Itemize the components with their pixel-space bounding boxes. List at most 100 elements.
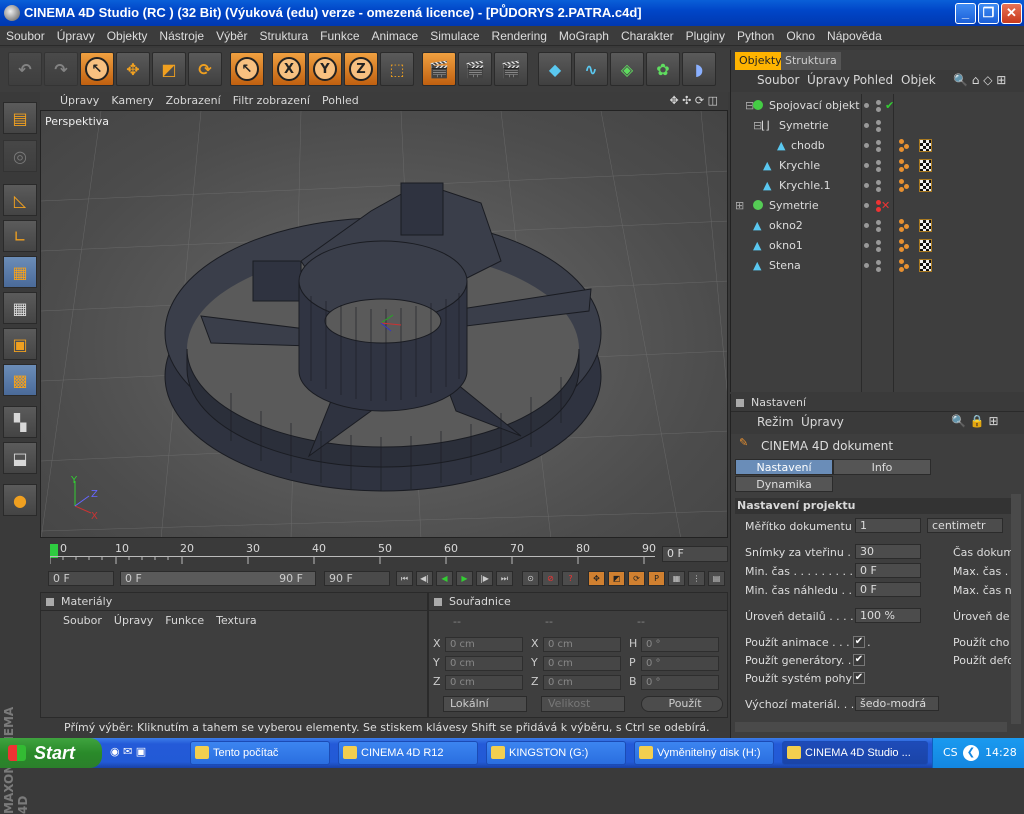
go-to-start-icon[interactable]: ⏮ bbox=[396, 571, 413, 586]
sculpt-icon[interactable]: ● bbox=[3, 484, 37, 516]
edges-mode-icon[interactable]: ▦ bbox=[3, 292, 37, 324]
rotate-icon[interactable]: ⟳ bbox=[188, 52, 222, 86]
3d-viewport[interactable]: Perspektiva Y Z X bbox=[40, 110, 728, 538]
menu-soubor[interactable]: Soubor bbox=[0, 26, 51, 46]
close-button[interactable]: ✕ bbox=[1001, 3, 1022, 24]
timeline-window-icon[interactable]: ▤ bbox=[708, 571, 725, 586]
play-backward-icon[interactable]: ◀ bbox=[436, 571, 453, 586]
nurbs-icon[interactable]: ◈ bbox=[610, 52, 644, 86]
phong-tag-icon[interactable] bbox=[899, 179, 912, 192]
object-row[interactable]: ⊟ Spojovací objekt ✔ bbox=[731, 96, 1024, 116]
y-axis-lock-icon[interactable]: Y bbox=[308, 52, 342, 86]
menu-simulace[interactable]: Simulace bbox=[424, 26, 485, 46]
restore-button[interactable]: ❐ bbox=[978, 3, 999, 24]
use-motion-checkbox[interactable]: ✔ bbox=[853, 672, 865, 684]
layout-icon[interactable]: ▤ bbox=[3, 102, 37, 134]
menu-upravy[interactable]: Úpravy bbox=[51, 26, 101, 46]
rotation-b-field[interactable]: 0 ° bbox=[641, 675, 719, 690]
key-position-icon[interactable]: ✥ bbox=[588, 571, 605, 586]
task-cinema4d-r12[interactable]: CINEMA 4D R12 bbox=[338, 741, 478, 765]
array-icon[interactable]: ✿ bbox=[646, 52, 680, 86]
polygons-mode-icon[interactable]: ▣ bbox=[3, 328, 37, 360]
timeline-options-icon[interactable]: ⋮ bbox=[688, 571, 705, 586]
texture-tag-icon[interactable] bbox=[919, 259, 932, 272]
move-icon[interactable]: ✥ bbox=[116, 52, 150, 86]
vp-menu-pohled[interactable]: Pohled bbox=[316, 92, 365, 110]
menu-objekty[interactable]: Objekty bbox=[101, 26, 154, 46]
menu-rendering[interactable]: Rendering bbox=[486, 26, 553, 46]
texture-mode-icon[interactable]: ▚ bbox=[3, 406, 37, 438]
task-removable-disk[interactable]: Vyměnitelný disk (H:) bbox=[634, 741, 774, 765]
menu-mograph[interactable]: MoGraph bbox=[553, 26, 615, 46]
use-gen-checkbox[interactable]: ✔ bbox=[853, 654, 865, 666]
texture-tag-icon[interactable] bbox=[919, 239, 932, 252]
coordinate-mode-dropdown[interactable]: Lokální bbox=[443, 696, 527, 712]
live-selection-icon[interactable]: ↖ bbox=[80, 52, 114, 86]
min-time-field[interactable]: 0 F bbox=[855, 563, 921, 578]
size-x-field[interactable]: 0 cm bbox=[543, 637, 621, 652]
tab-info[interactable]: Info bbox=[833, 459, 931, 475]
rotation-p-field[interactable]: 0 ° bbox=[641, 656, 719, 671]
object-row[interactable]: ▲ Stena bbox=[731, 256, 1024, 276]
x-axis-lock-icon[interactable]: X bbox=[272, 52, 306, 86]
rotation-h-field[interactable]: 0 ° bbox=[641, 637, 719, 652]
vp-menu-filtr[interactable]: Filtr zobrazení bbox=[227, 92, 316, 110]
make-editable-icon[interactable]: ◎ bbox=[3, 140, 37, 172]
workplane-icon[interactable]: ⬓ bbox=[3, 442, 37, 474]
obj-toolbar-icons[interactable]: 🔍 ⌂ ◇ ⊞ bbox=[953, 73, 1006, 87]
phong-tag-icon[interactable] bbox=[899, 259, 912, 272]
object-row[interactable]: ▲ chodb bbox=[731, 136, 1024, 156]
menu-funkce[interactable]: Funkce bbox=[314, 26, 365, 46]
menu-animace[interactable]: Animace bbox=[366, 26, 425, 46]
object-row[interactable]: ⊞ Symetrie ✕ bbox=[731, 196, 1024, 216]
mat-menu-upravy[interactable]: Úpravy bbox=[114, 614, 153, 627]
vp-menu-zobrazeni[interactable]: Zobrazení bbox=[160, 92, 227, 110]
attr-menu-rezim[interactable]: Režim bbox=[757, 415, 794, 429]
phong-tag-icon[interactable] bbox=[899, 219, 912, 232]
obj-menu-pohled[interactable]: Pohled bbox=[853, 73, 893, 87]
uv-mode-icon[interactable]: ▩ bbox=[3, 364, 37, 396]
attr-scrollbar[interactable] bbox=[1011, 494, 1021, 724]
task-kingston[interactable]: KINGSTON (G:) bbox=[486, 741, 626, 765]
obj-menu-objekty[interactable]: Objek bbox=[901, 73, 936, 87]
attr-h-scrollbar[interactable] bbox=[735, 722, 1007, 732]
next-key-icon[interactable]: |▶ bbox=[476, 571, 493, 586]
tab-struktura[interactable]: Struktura bbox=[781, 52, 841, 70]
fps-field[interactable]: 30 bbox=[855, 544, 921, 559]
mat-menu-funkce[interactable]: Funkce bbox=[165, 614, 204, 627]
deformer-icon[interactable]: ◗ bbox=[682, 52, 716, 86]
menu-vyber[interactable]: Výběr bbox=[210, 26, 253, 46]
obj-menu-soubor[interactable]: Soubor bbox=[757, 73, 799, 87]
tab-nastaveni-projektu[interactable]: Nastavení projektu bbox=[735, 459, 833, 490]
texture-tag-icon[interactable] bbox=[919, 159, 932, 172]
texture-tag-icon[interactable] bbox=[919, 139, 932, 152]
quicklaunch-icons[interactable]: ◉ ✉ ▣ bbox=[110, 745, 146, 758]
object-axis-icon[interactable]: ∟ bbox=[3, 220, 37, 252]
go-to-end-icon[interactable]: ⏭ bbox=[496, 571, 513, 586]
minimize-button[interactable]: _ bbox=[955, 3, 976, 24]
object-row[interactable]: ⊟ ⌊⌋ Symetrie bbox=[731, 116, 1024, 136]
mat-menu-soubor[interactable]: Soubor bbox=[63, 614, 102, 627]
tab-dynamika[interactable]: Dynamika bbox=[735, 476, 833, 492]
model-mode-icon[interactable]: ◺ bbox=[3, 184, 37, 216]
attr-menu-upravy[interactable]: Úpravy bbox=[801, 415, 844, 429]
object-row[interactable]: ▲ Krychle bbox=[731, 156, 1024, 176]
attr-toolbar-icons[interactable]: 🔍 🔒 ⊞ bbox=[951, 414, 999, 428]
size-mode-dropdown[interactable]: Velikost bbox=[541, 696, 625, 712]
last-tool-icon[interactable]: ↖ bbox=[230, 52, 264, 86]
timeline-ruler[interactable]: 0 10 20 30 40 50 60 70 80 90 0 F bbox=[40, 540, 728, 570]
spline-icon[interactable]: ∿ bbox=[574, 52, 608, 86]
texture-tag-icon[interactable] bbox=[919, 179, 932, 192]
prev-key-icon[interactable]: ◀| bbox=[416, 571, 433, 586]
start-frame-field[interactable]: 0 F bbox=[48, 571, 114, 586]
size-y-field[interactable]: 0 cm bbox=[543, 656, 621, 671]
unit-dropdown[interactable]: centimetr bbox=[927, 518, 1003, 533]
menu-struktura[interactable]: Struktura bbox=[253, 26, 314, 46]
phong-tag-icon[interactable] bbox=[899, 139, 912, 152]
vp-menu-kamery[interactable]: Kamery bbox=[105, 92, 159, 110]
render-picture-viewer-icon[interactable]: 🎬 bbox=[458, 52, 492, 86]
redo-icon[interactable]: ↷ bbox=[44, 52, 78, 86]
object-row[interactable]: ▲ okno1 bbox=[731, 236, 1024, 256]
play-forward-icon[interactable]: ▶ bbox=[456, 571, 473, 586]
language-bar-icon[interactable]: ❮ bbox=[963, 745, 979, 761]
